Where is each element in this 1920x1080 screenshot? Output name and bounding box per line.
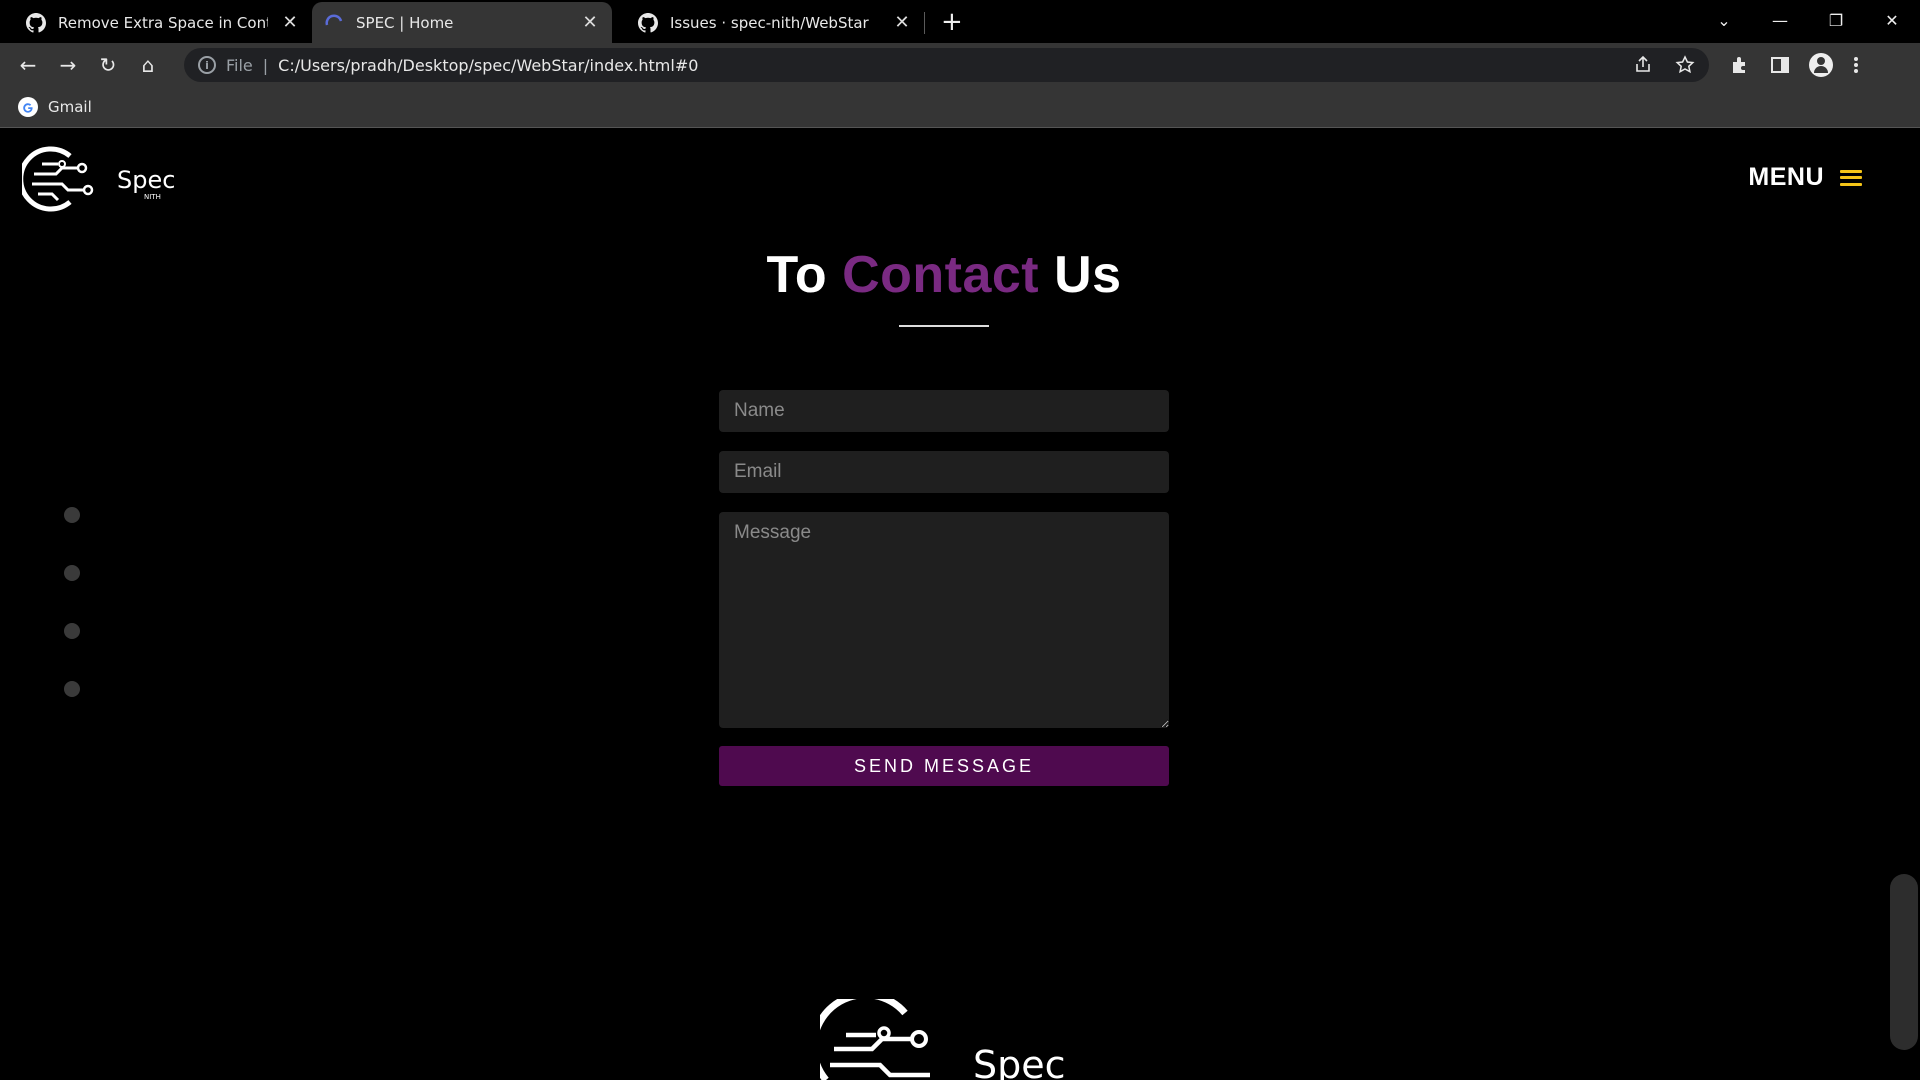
heading-after: Us xyxy=(1039,246,1122,304)
tab-issues-webstar[interactable]: Issues · spec-nith/WebStar ✕ xyxy=(626,2,924,43)
share-icon[interactable] xyxy=(1633,55,1653,75)
tab-close-icon[interactable]: ✕ xyxy=(580,12,600,33)
footer-logo-text: Spec xyxy=(973,1043,1066,1080)
scrollbar-thumb[interactable] xyxy=(1890,874,1918,1050)
section-heading: To Contact Us xyxy=(0,245,1888,305)
page-viewport: Spec NITH MENU To Contact Us SEND MESSAG… xyxy=(0,129,1888,1080)
site-info-icon[interactable]: i xyxy=(198,56,216,74)
tab-separator xyxy=(924,11,925,34)
scheme-label: File xyxy=(226,55,253,75)
tab-search-icon[interactable]: ⌄ xyxy=(1696,11,1752,30)
section-dot[interactable] xyxy=(64,623,80,639)
new-tab-button[interactable]: + xyxy=(941,7,963,37)
menu-label: MENU xyxy=(1748,163,1824,191)
menu-button[interactable]: MENU xyxy=(1748,163,1862,192)
heading-before: To xyxy=(766,246,843,304)
bookmark-star-icon[interactable] xyxy=(1675,55,1695,75)
tab-remove-extra-space[interactable]: Remove Extra Space in Contact U ✕ xyxy=(14,2,312,43)
browser-toolbar: ← → ↻ ⌂ i File | C:/Users/pradh/Desktop/… xyxy=(0,43,1920,87)
profile-avatar-icon[interactable] xyxy=(1809,53,1833,77)
github-icon xyxy=(26,12,46,33)
spec-logo[interactable]: Spec NITH xyxy=(22,144,177,214)
tab-title: Issues · spec-nith/WebStar xyxy=(670,13,869,32)
section-dot[interactable] xyxy=(64,681,80,697)
message-textarea[interactable] xyxy=(719,512,1169,728)
reload-icon[interactable]: ↻ xyxy=(88,53,128,77)
forward-arrow-icon[interactable]: → xyxy=(48,53,88,77)
logo-text: Spec xyxy=(117,166,175,194)
tab-close-icon[interactable]: ✕ xyxy=(280,12,300,33)
hamburger-menu-icon xyxy=(1840,169,1862,186)
restore-icon[interactable]: ❐ xyxy=(1808,11,1864,30)
url-text[interactable]: C:/Users/pradh/Desktop/spec/WebStar/inde… xyxy=(278,56,1623,75)
name-input[interactable] xyxy=(719,390,1169,432)
section-dot[interactable] xyxy=(64,507,80,523)
home-icon[interactable]: ⌂ xyxy=(128,53,168,77)
logo-subtext: NITH xyxy=(144,193,161,201)
send-message-button[interactable]: SEND MESSAGE xyxy=(719,746,1169,786)
tab-title: Remove Extra Space in Contact U xyxy=(58,13,268,32)
extensions-puzzle-icon[interactable] xyxy=(1729,54,1751,76)
tab-spec-home[interactable]: SPEC | Home ✕ xyxy=(312,2,612,43)
footer-logo: Spec xyxy=(820,999,1066,1080)
bookmark-gmail[interactable]: Gmail xyxy=(18,97,92,117)
tab-title: SPEC | Home xyxy=(356,13,454,32)
back-arrow-icon[interactable]: ← xyxy=(8,53,48,77)
heading-accent: Contact xyxy=(842,246,1040,304)
spec-favicon-icon xyxy=(325,14,343,25)
bookmarks-bar: Gmail xyxy=(0,87,1920,128)
window-controls: ⌄ — ❐ ✕ xyxy=(1696,0,1920,40)
heading-underline xyxy=(899,325,989,327)
tab-close-icon[interactable]: ✕ xyxy=(892,12,912,33)
section-dot[interactable] xyxy=(64,565,80,581)
address-bar[interactable]: i File | C:/Users/pradh/Desktop/spec/Web… xyxy=(184,48,1709,82)
tab-strip: Remove Extra Space in Contact U ✕ SPEC |… xyxy=(0,0,1920,43)
email-input[interactable] xyxy=(719,451,1169,493)
kebab-menu-icon[interactable] xyxy=(1851,54,1861,76)
contact-form: SEND MESSAGE xyxy=(719,390,1169,786)
google-icon xyxy=(18,97,38,117)
bookmark-label: Gmail xyxy=(48,98,92,116)
side-panel-icon[interactable] xyxy=(1769,54,1791,76)
minimize-icon[interactable]: — xyxy=(1752,11,1808,30)
section-nav-dots xyxy=(64,507,80,697)
close-window-icon[interactable]: ✕ xyxy=(1864,11,1920,30)
github-icon xyxy=(638,12,658,33)
omnibox-separator: | xyxy=(262,55,269,75)
